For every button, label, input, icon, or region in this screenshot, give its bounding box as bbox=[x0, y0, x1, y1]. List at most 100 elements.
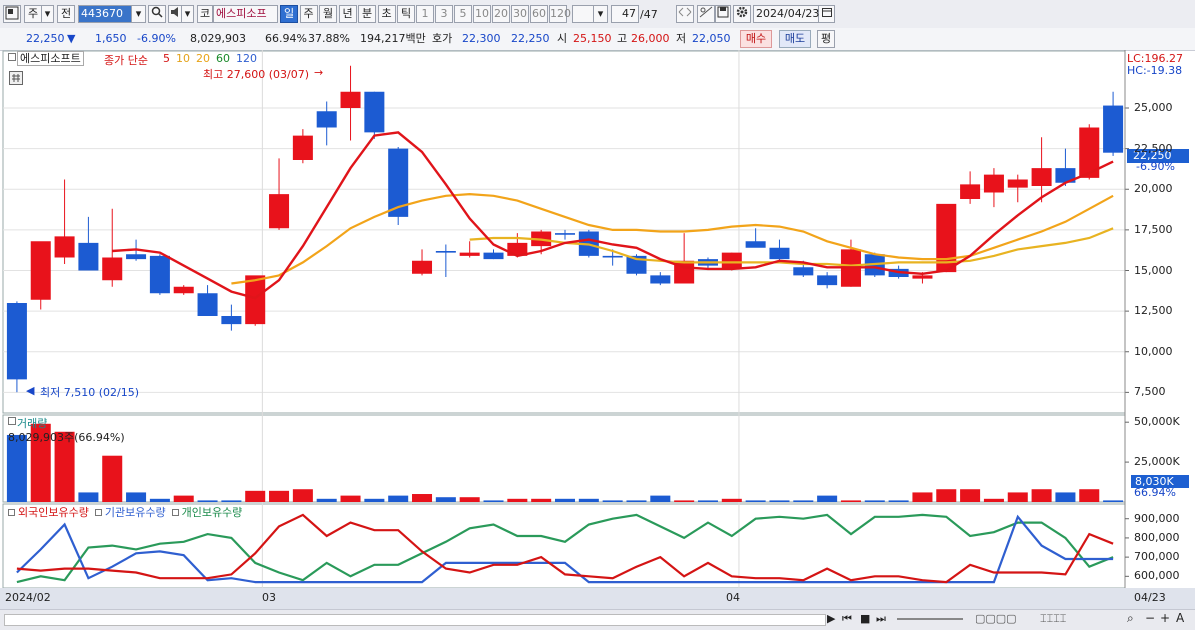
candle-body bbox=[221, 316, 242, 325]
period-tab[interactable]: 초 bbox=[377, 5, 396, 23]
price-panel-stock[interactable]: 에스피소프트 bbox=[17, 51, 84, 66]
hc-value: HC:-19.38 bbox=[1127, 64, 1183, 77]
code-dropdown-icon[interactable]: ▾ bbox=[132, 5, 146, 23]
period-tab[interactable]: 분 bbox=[358, 5, 376, 23]
market-select[interactable]: 주 bbox=[24, 5, 42, 23]
volume-bar bbox=[936, 489, 957, 502]
speaker-icon[interactable] bbox=[168, 5, 182, 23]
institution-holding-line bbox=[16, 514, 1114, 584]
sell-button[interactable]: 매도 bbox=[779, 30, 811, 48]
buy-button[interactable]: 매수 bbox=[740, 30, 772, 48]
candle-body bbox=[197, 293, 218, 316]
search-icon[interactable] bbox=[148, 5, 166, 23]
period-tab[interactable]: 월 bbox=[319, 5, 337, 23]
candle-body bbox=[102, 257, 123, 281]
window-icon[interactable] bbox=[3, 5, 21, 23]
scroll-right-icon[interactable]: ▶ bbox=[827, 612, 835, 625]
zoom-search-icon[interactable]: ⌕ bbox=[1127, 611, 1134, 626]
speed-slider[interactable] bbox=[897, 618, 963, 620]
interval-tab[interactable]: 30 bbox=[511, 5, 529, 23]
series-label[interactable]: 기관보유수량 bbox=[105, 506, 166, 519]
interval-tab[interactable]: 60 bbox=[530, 5, 548, 23]
volume-bar bbox=[912, 492, 933, 502]
scroll-bar[interactable]: ▶ ⏮ ■ ⏭ ▢▢▢▢ ⌶⌶⌶⌶ ⌕ − + A bbox=[0, 609, 1195, 630]
ma-period-label[interactable]: 5 bbox=[163, 52, 170, 65]
interval-tab[interactable]: 120 bbox=[549, 5, 571, 23]
stock-code-input[interactable]: 443670 bbox=[78, 5, 132, 23]
current-price: 22,250 bbox=[26, 32, 65, 45]
period-tab[interactable]: 틱 bbox=[397, 5, 415, 23]
main-toolbar: 주 ▾ 전 443670 ▾ ▾ 코 에스피소프 일주월년분초틱 1 3 5 10 20… bbox=[0, 0, 1195, 29]
price-change-pct: -6.90% bbox=[137, 32, 176, 45]
max-arrow-icon: → bbox=[314, 66, 324, 79]
volume-bar bbox=[983, 498, 1004, 502]
gear-icon[interactable] bbox=[733, 5, 751, 23]
interval-dropdown-icon[interactable]: ▾ bbox=[594, 5, 608, 23]
bid-label: 호가 bbox=[432, 32, 453, 45]
series-toggle-icon[interactable] bbox=[94, 509, 102, 516]
date-input[interactable]: 2024/04/23 bbox=[753, 5, 819, 23]
period-tab[interactable]: 년 bbox=[338, 5, 357, 23]
arrows-icon[interactable] bbox=[676, 5, 694, 23]
zoom-in-icon[interactable]: + bbox=[1160, 611, 1170, 625]
panel-toggle-icon[interactable] bbox=[8, 53, 16, 61]
candle-body bbox=[316, 111, 337, 128]
volume-bar bbox=[721, 498, 742, 502]
ma-period-list: 5 10 20 60 120 bbox=[163, 52, 263, 65]
interval-tab[interactable]: 1 bbox=[416, 5, 434, 23]
series-toggle-icon[interactable] bbox=[171, 509, 179, 516]
stop-icon[interactable]: ■ bbox=[860, 612, 870, 625]
ma-period-label[interactable]: 20 bbox=[196, 52, 210, 65]
stock-name-field[interactable]: 에스피소프 bbox=[213, 5, 278, 23]
draw-line-icon[interactable] bbox=[697, 5, 715, 23]
volume-bar bbox=[507, 498, 528, 502]
down-arrow-icon: ▼ bbox=[67, 32, 76, 45]
period-tab[interactable]: 일 bbox=[280, 5, 298, 23]
interval-tab[interactable]: 5 bbox=[454, 5, 472, 23]
tool-icons[interactable]: ⌶⌶⌶⌶ bbox=[1040, 612, 1066, 626]
speaker-dropdown-icon[interactable]: ▾ bbox=[182, 5, 194, 23]
prev-button[interactable]: 전 bbox=[57, 5, 75, 23]
scroll-track[interactable] bbox=[4, 614, 826, 626]
volume-panel-frame bbox=[2, 414, 1126, 503]
volume-bar bbox=[435, 497, 456, 502]
interval-tab[interactable]: 20 bbox=[492, 5, 510, 23]
series-label[interactable]: 개인보유수량 bbox=[182, 506, 243, 519]
chart-area[interactable]: 에스피소프트 종가 단순 5 10 20 60 120 최고 27,600 (03/07… bbox=[0, 50, 1195, 609]
candle-body bbox=[769, 247, 790, 260]
rewind-icon[interactable]: ⏮ bbox=[842, 612, 852, 626]
interval-tab[interactable]: 3 bbox=[435, 5, 453, 23]
font-size-icon[interactable]: A bbox=[1176, 611, 1184, 625]
series-toggle-icon[interactable] bbox=[8, 509, 15, 516]
series-label[interactable]: 외국인보유수량 bbox=[18, 506, 89, 519]
fast-forward-icon[interactable]: ⏭ bbox=[876, 612, 886, 626]
eval-button[interactable]: 평 bbox=[817, 30, 835, 48]
candle-body bbox=[793, 267, 814, 276]
period-tab[interactable]: 주 bbox=[299, 5, 318, 23]
calendar-icon[interactable] bbox=[819, 5, 835, 23]
ma-period-label[interactable]: 10 bbox=[176, 52, 190, 65]
candle-body bbox=[745, 241, 766, 248]
candle-body bbox=[721, 252, 742, 269]
ma-title[interactable]: 종가 단순 bbox=[104, 52, 148, 68]
volume-bar bbox=[364, 498, 385, 502]
ma-period-label[interactable]: 60 bbox=[216, 52, 230, 65]
table-icon[interactable] bbox=[9, 71, 23, 85]
code-button[interactable]: 코 bbox=[197, 5, 213, 23]
volume-toggle-icon[interactable] bbox=[8, 417, 16, 425]
interval-custom-input[interactable] bbox=[572, 5, 594, 23]
volume-bar bbox=[483, 500, 504, 502]
volume-bar bbox=[1031, 489, 1052, 502]
volume-bar bbox=[292, 489, 313, 502]
min-price-note: 최저 7,510 (02/15) bbox=[40, 386, 140, 399]
market-dropdown-icon[interactable]: ▾ bbox=[42, 5, 54, 23]
count-input[interactable]: 47 bbox=[611, 5, 639, 23]
zoom-out-icon[interactable]: − bbox=[1145, 611, 1155, 625]
save-icon[interactable] bbox=[715, 5, 731, 23]
volume-bar bbox=[531, 498, 552, 502]
layout-icons[interactable]: ▢▢▢▢ bbox=[975, 612, 1017, 625]
chart-canvas[interactable] bbox=[0, 50, 1195, 609]
interval-tab[interactable]: 10 bbox=[473, 5, 491, 23]
current-volume-pct: 66.94% bbox=[1134, 486, 1176, 499]
ma-period-label[interactable]: 120 bbox=[236, 52, 257, 65]
